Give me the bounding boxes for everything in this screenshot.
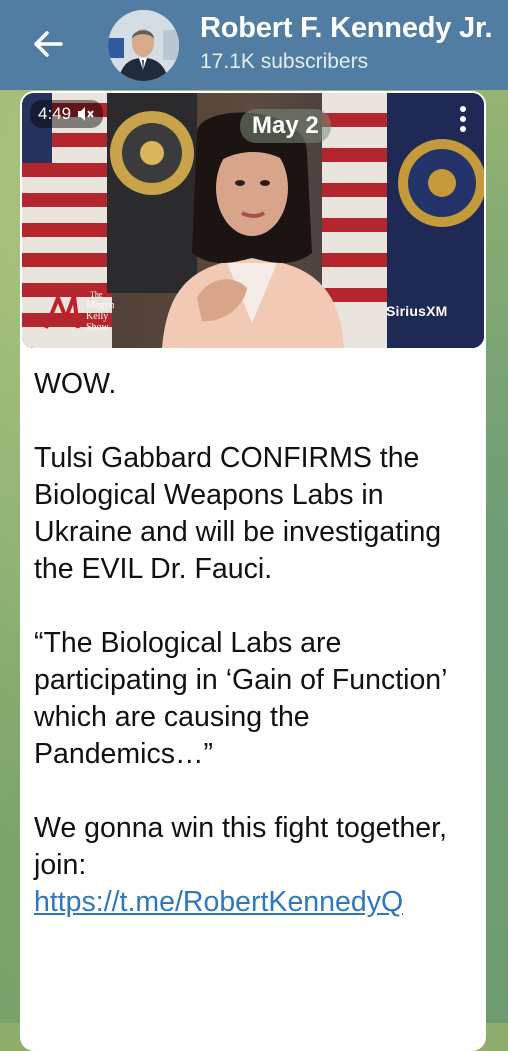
message-text: WOW. Tulsi Gabbard CONFIRMS the Biologic… [34, 366, 474, 921]
show-logo: The Megyn Kelly Show [44, 288, 124, 334]
subscriber-count: 17.1K subscribers [200, 50, 369, 73]
message-line-wow: WOW. [34, 368, 117, 400]
message-paragraph-1: Tulsi Gabbard CONFIRMS the Biological We… [34, 442, 442, 585]
show-logo-line4: Show [86, 322, 110, 333]
message-paragraph-3: We gonna win this fight together, join: [34, 812, 447, 881]
video-duration-badge: 4:49 [30, 100, 104, 128]
video-duration: 4:49 [38, 104, 72, 123]
siriusxm-watermark: SiriusXM [386, 303, 448, 319]
date-badge: May 2 [240, 109, 331, 143]
show-logo-line1: The [90, 290, 103, 299]
message-paragraph-2: “The Biological Labs are participating i… [34, 627, 447, 770]
speaker-muted-icon[interactable] [77, 106, 95, 122]
show-logo-line2: Megyn [86, 300, 114, 311]
channel-title[interactable]: Robert F. Kennedy Jr. [200, 12, 493, 45]
chat-header: Robert F. Kennedy Jr. 17.1K subscribers [0, 0, 508, 90]
arrow-left-icon[interactable] [30, 26, 66, 62]
channel-avatar[interactable] [108, 10, 179, 81]
show-logo-line3: Kelly [86, 311, 108, 322]
more-vertical-icon[interactable] [457, 104, 469, 134]
telegram-link[interactable]: https://t.me/RobertKennedyQ [34, 886, 403, 918]
